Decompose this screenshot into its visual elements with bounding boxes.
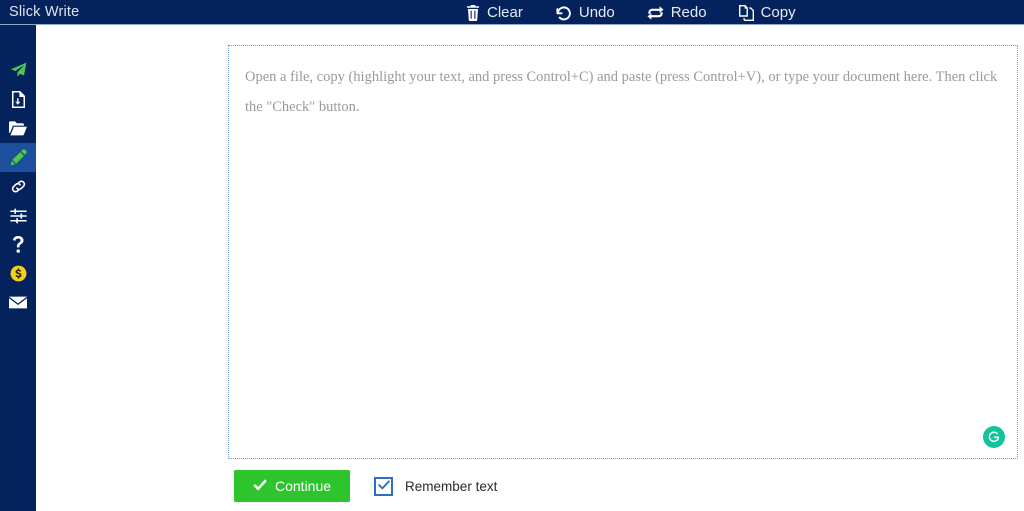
sidebar-item-help[interactable] <box>0 230 36 259</box>
header-actions: Clear Undo Redo Copy <box>466 0 796 25</box>
sidebar-item-save-file[interactable] <box>0 85 36 114</box>
clear-button-label: Clear <box>487 4 523 21</box>
file-download-icon <box>11 91 26 108</box>
copy-documents-icon <box>738 4 754 21</box>
paper-plane-icon <box>10 62 27 79</box>
dollar-coin-icon <box>10 265 27 282</box>
folder-open-icon <box>9 121 27 136</box>
undo-button-label: Undo <box>578 4 615 21</box>
undo-button[interactable]: Undo <box>555 5 615 21</box>
remember-text-checkbox[interactable]: Remember text <box>374 476 498 496</box>
sidebar-item-donate[interactable] <box>0 259 36 288</box>
redo-repeat-icon <box>647 5 664 21</box>
link-chain-icon <box>10 178 27 195</box>
sidebar-item-settings[interactable] <box>0 201 36 230</box>
bottom-controls: Continue Remember text <box>234 470 497 502</box>
clear-button[interactable]: Clear <box>466 4 523 21</box>
editor-placeholder-text: Open a file, copy (highlight your text, … <box>245 69 998 116</box>
sidebar <box>0 25 36 511</box>
grammarly-g-icon[interactable] <box>983 426 1005 448</box>
continue-button-label: Continue <box>275 478 332 494</box>
sidebar-item-contact[interactable] <box>0 288 36 317</box>
editor-area[interactable]: Open a file, copy (highlight your text, … <box>228 45 1018 459</box>
redo-button-label: Redo <box>670 4 707 21</box>
trash-icon <box>466 4 480 21</box>
redo-button[interactable]: Redo <box>647 5 707 21</box>
sidebar-item-send[interactable] <box>0 56 36 85</box>
envelope-icon <box>9 296 27 309</box>
pencil-icon <box>10 149 27 166</box>
check-icon <box>253 479 267 493</box>
checkbox-check-icon <box>377 477 390 495</box>
remember-text-label: Remember text <box>405 478 498 494</box>
copy-button[interactable]: Copy <box>738 4 796 21</box>
app-header: Slick Write Clear Undo Redo Copy <box>0 0 1024 25</box>
sidebar-item-edit[interactable] <box>0 143 36 172</box>
brand-title: Slick Write <box>9 4 80 20</box>
copy-button-label: Copy <box>760 4 796 21</box>
undo-arrow-icon <box>555 5 572 21</box>
sidebar-item-link[interactable] <box>0 172 36 201</box>
question-mark-icon <box>12 236 25 253</box>
checkbox-box[interactable] <box>374 476 394 496</box>
sidebar-item-open-file[interactable] <box>0 114 36 143</box>
continue-button[interactable]: Continue <box>234 470 351 502</box>
sliders-icon <box>9 208 27 224</box>
